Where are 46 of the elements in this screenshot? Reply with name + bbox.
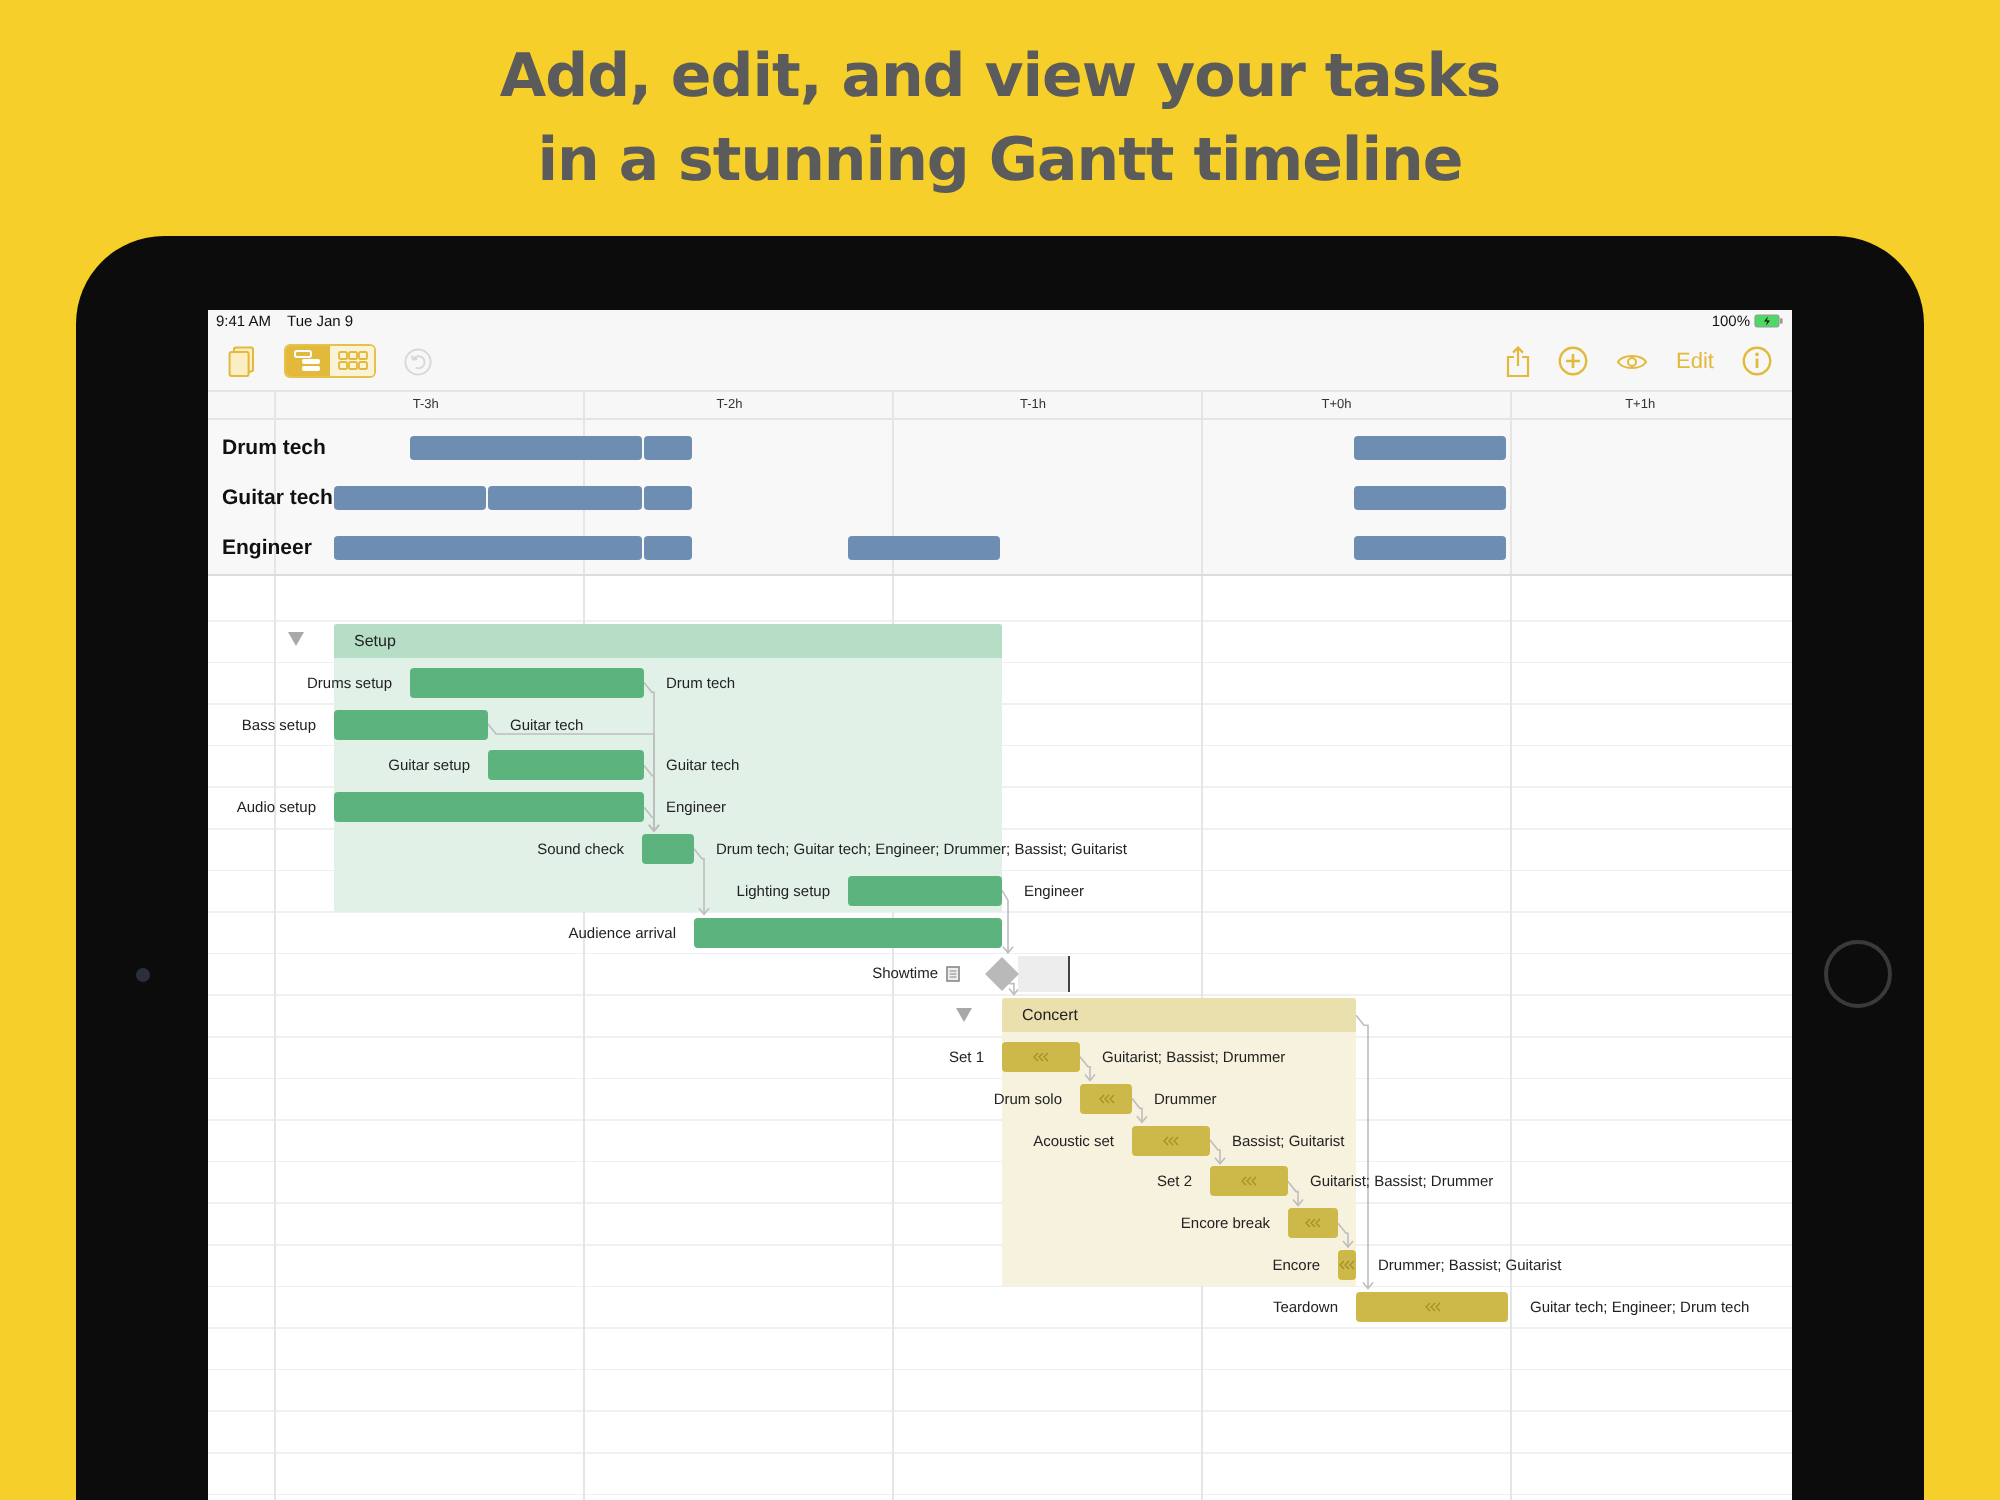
resource-name: Guitar tech bbox=[222, 486, 333, 510]
task-bar[interactable] bbox=[334, 792, 644, 823]
dependency-arrow bbox=[1001, 889, 1014, 955]
dependency-arrow bbox=[693, 848, 710, 916]
group-bar[interactable]: Setup bbox=[334, 624, 1002, 658]
add-icon[interactable] bbox=[1558, 346, 1589, 376]
chevrons-icon bbox=[1240, 1176, 1258, 1187]
chevrons-icon bbox=[1032, 1051, 1050, 1062]
eye-icon[interactable] bbox=[1616, 351, 1649, 371]
task-bar[interactable] bbox=[1132, 1125, 1210, 1155]
grid-view-segment[interactable] bbox=[330, 346, 374, 376]
chevrons-icon bbox=[1162, 1135, 1180, 1145]
collapse-triangle-icon[interactable] bbox=[956, 1007, 972, 1022]
share-icon[interactable] bbox=[1506, 345, 1531, 377]
chevrons-icon bbox=[1304, 1218, 1322, 1229]
task-bar[interactable] bbox=[1288, 1208, 1338, 1239]
task-bar[interactable] bbox=[488, 750, 644, 781]
resource-name: Engineer bbox=[222, 536, 312, 560]
task-bar[interactable] bbox=[334, 709, 488, 739]
chevrons-icon bbox=[1097, 1093, 1115, 1104]
task-bar[interactable] bbox=[1338, 1249, 1356, 1280]
dependency-arrow bbox=[1079, 1056, 1096, 1082]
headline: Add, edit, and view your tasks in a stunning Gantt timeline bbox=[499, 40, 1501, 200]
task-bar[interactable] bbox=[1080, 1083, 1132, 1114]
info-icon[interactable] bbox=[1742, 346, 1772, 376]
documents-icon[interactable] bbox=[228, 345, 256, 377]
chevrons-icon bbox=[1423, 1301, 1441, 1312]
milestone-handle[interactable] bbox=[1018, 955, 1070, 992]
note-icon[interactable] bbox=[946, 965, 960, 982]
group-bar[interactable]: Concert bbox=[1002, 998, 1356, 1033]
dependency-arrow bbox=[1131, 1097, 1148, 1124]
task-bar[interactable] bbox=[410, 667, 644, 698]
dependency-arrow bbox=[1287, 1180, 1304, 1207]
chevrons-icon bbox=[1338, 1259, 1356, 1270]
task-bar[interactable] bbox=[694, 917, 1002, 947]
camera-dot bbox=[135, 968, 149, 982]
battery-icon bbox=[1754, 314, 1784, 328]
task-bar[interactable] bbox=[1210, 1166, 1288, 1197]
outline-view-segment[interactable] bbox=[286, 346, 330, 376]
task-bar[interactable] bbox=[1002, 1041, 1080, 1072]
task-bar[interactable] bbox=[642, 833, 694, 864]
collapse-triangle-icon[interactable] bbox=[288, 632, 304, 647]
task-bar[interactable] bbox=[1356, 1291, 1508, 1322]
dependency-arrow bbox=[1209, 1139, 1226, 1166]
task-bar[interactable] bbox=[848, 875, 1002, 906]
resource-name: Drum tech bbox=[222, 436, 326, 460]
